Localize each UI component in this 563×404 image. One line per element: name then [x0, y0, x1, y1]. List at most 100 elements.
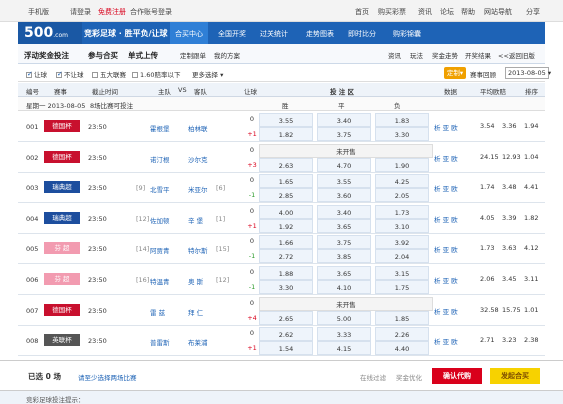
league-badge[interactable]: 瑞典超: [44, 181, 80, 194]
analysis-links[interactable]: 析 亚 欧: [434, 306, 458, 316]
col-deadline[interactable]: 截止时间: [92, 86, 118, 96]
analysis-links[interactable]: 析 亚 欧: [434, 336, 458, 346]
odds-below-checkbox[interactable]: 1.60赔率以下: [132, 69, 180, 79]
bonus-trend-link[interactable]: 奖金走势: [432, 50, 458, 60]
results-link[interactable]: 开奖结果: [465, 50, 491, 60]
away-team[interactable]: 沙尔克: [188, 154, 208, 164]
nav-item-hemai[interactable]: 合买中心: [170, 22, 208, 44]
share-link[interactable]: 分享: [526, 7, 540, 17]
odds-cell[interactable]: 1.66: [259, 235, 313, 250]
home-team[interactable]: 雷 兹: [150, 307, 165, 317]
odds-cell[interactable]: 3.65: [317, 218, 371, 233]
odds-cell[interactable]: 1.88: [259, 266, 313, 280]
league-badge[interactable]: 德国杯: [44, 120, 80, 132]
league-badge[interactable]: 德国杯: [44, 150, 80, 163]
login-link[interactable]: 请登录: [70, 7, 91, 17]
odds-cell[interactable]: 3.75: [317, 235, 371, 250]
partner-login-link[interactable]: 合作账号登录: [130, 7, 172, 17]
bu-rangqiu-checkbox[interactable]: 不让球: [56, 69, 84, 79]
nav-item-zoushi[interactable]: 走势图表: [306, 29, 334, 39]
odds-cell[interactable]: 2.72: [259, 249, 313, 264]
analysis-links[interactable]: 析 亚 欧: [434, 153, 458, 163]
league-badge[interactable]: 英联杯: [44, 334, 80, 347]
odds-cell[interactable]: 5.00: [317, 310, 371, 325]
odds-cell[interactable]: 3.92: [375, 235, 429, 250]
odds-cell[interactable]: 3.33: [317, 327, 371, 342]
home-link[interactable]: 首页: [355, 7, 369, 17]
tab-join-buy[interactable]: 参与合买: [88, 50, 118, 61]
register-link[interactable]: 免费注册: [98, 7, 126, 17]
away-team[interactable]: 特尔斯: [188, 245, 208, 255]
mobile-link[interactable]: 手机版: [28, 7, 49, 17]
away-team[interactable]: 布莱浦: [188, 337, 208, 347]
odds-cell[interactable]: 2.65: [259, 310, 313, 325]
news-link[interactable]: 资讯: [418, 7, 432, 17]
confirm-buy-button[interactable]: 确认代购: [432, 368, 482, 384]
old-version-link[interactable]: <<返回旧版: [498, 50, 535, 60]
league-badge[interactable]: 德国杯: [44, 303, 80, 316]
rangqiu-checkbox[interactable]: 让球: [26, 69, 47, 79]
analysis-links[interactable]: 析 亚 欧: [434, 275, 458, 285]
home-team[interactable]: 阿贾青: [150, 245, 170, 255]
odds-cell[interactable]: 3.85: [317, 249, 371, 264]
away-team[interactable]: 辛 堡: [188, 215, 203, 225]
odds-cell[interactable]: 3.60: [317, 188, 371, 203]
nav-item-bifen[interactable]: 即时比分: [348, 29, 376, 39]
league-badge[interactable]: 瑞典超: [44, 211, 80, 224]
odds-cell[interactable]: 2.85: [259, 188, 313, 203]
date-select[interactable]: 2013-08-05 ▾: [505, 67, 551, 79]
col-sort[interactable]: 排序: [525, 86, 538, 96]
odds-cell[interactable]: 3.40: [317, 113, 371, 127]
odds-cell[interactable]: 1.92: [259, 218, 313, 233]
start-hemai-button[interactable]: 发起合买: [490, 368, 540, 384]
tab-float-bonus[interactable]: 浮动奖金投注: [24, 50, 69, 61]
odds-cell[interactable]: 3.10: [375, 218, 429, 233]
odds-cell[interactable]: 2.26: [375, 327, 429, 342]
analysis-links[interactable]: 析 亚 欧: [434, 122, 458, 132]
info-link[interactable]: 资讯: [388, 50, 401, 60]
odds-cell[interactable]: 3.55: [317, 174, 371, 189]
away-team[interactable]: 奥 斯: [188, 276, 203, 286]
odds-cell[interactable]: 1.65: [259, 174, 313, 189]
odds-cell[interactable]: 1.82: [259, 127, 313, 141]
league-badge[interactable]: 芬 超: [44, 242, 80, 255]
analysis-links[interactable]: 析 亚 欧: [434, 183, 458, 193]
odds-cell[interactable]: 2.63: [259, 157, 313, 172]
away-team[interactable]: 拜 仁: [188, 307, 203, 317]
nav-item-jinnang[interactable]: 购彩锦囊: [393, 29, 421, 39]
odds-cell[interactable]: 3.65: [317, 266, 371, 280]
forum-link[interactable]: 论坛: [440, 7, 454, 17]
odds-cell[interactable]: 3.15: [375, 266, 429, 280]
odds-cell[interactable]: 1.85: [375, 310, 429, 325]
odds-cell[interactable]: 1.83: [375, 113, 429, 127]
odds-cell[interactable]: 1.90: [375, 157, 429, 172]
away-team[interactable]: 米亚尔: [188, 184, 208, 194]
odds-cell[interactable]: 4.10: [317, 280, 371, 294]
odds-cell[interactable]: 4.25: [375, 174, 429, 189]
buy-lottery-link[interactable]: 购买彩票: [378, 7, 406, 17]
odds-cell[interactable]: 2.04: [375, 249, 429, 264]
home-team[interactable]: 普雷斯: [150, 337, 170, 347]
ding-button[interactable]: 定制▾: [444, 67, 466, 79]
nav-item-kaijiang[interactable]: 全国开奖: [218, 29, 246, 39]
odds-cell[interactable]: 3.55: [259, 113, 313, 127]
my-plan-link[interactable]: 我的方案: [214, 50, 240, 60]
rules-link[interactable]: 玩法: [410, 50, 423, 60]
home-team[interactable]: 佐加顿: [150, 215, 170, 225]
site-nav-link[interactable]: 网站导航: [484, 7, 512, 17]
odds-cell[interactable]: 1.73: [375, 204, 429, 219]
nav-item-guoguan[interactable]: 过关统计: [260, 29, 288, 39]
home-team[interactable]: 北雪平: [150, 184, 170, 194]
odds-cell[interactable]: 2.62: [259, 327, 313, 342]
odds-cell[interactable]: 3.30: [259, 280, 313, 294]
help-link[interactable]: 帮助: [461, 7, 475, 17]
odds-cell[interactable]: 4.00: [259, 204, 313, 219]
odds-cell[interactable]: 3.30: [375, 127, 429, 141]
odds-cell[interactable]: 3.75: [317, 127, 371, 141]
odds-cell[interactable]: 1.54: [259, 341, 313, 356]
site-logo[interactable]: 500.com: [18, 22, 82, 44]
home-team[interactable]: 霍根堡: [150, 123, 170, 133]
odds-cell[interactable]: 2.05: [375, 188, 429, 203]
five-leagues-checkbox[interactable]: 五大联赛: [92, 69, 126, 79]
more-options-dropdown[interactable]: 更多选择 ▾: [192, 69, 223, 79]
